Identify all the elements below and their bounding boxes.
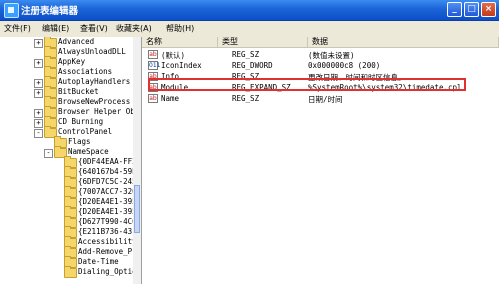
collapse-icon[interactable]: - — [34, 129, 43, 138]
dword-value-icon: 011 — [148, 61, 161, 70]
expand-icon[interactable]: + — [34, 89, 43, 98]
collapse-icon[interactable]: - — [44, 149, 53, 158]
maximize-button[interactable]: □ — [464, 2, 479, 17]
expand-icon[interactable]: + — [34, 119, 43, 128]
close-button[interactable]: × — [481, 2, 496, 17]
value-type: REG_SZ — [232, 94, 260, 103]
value-data: 0x000000c8 (200) — [308, 61, 381, 70]
window-title: 注册表编辑器 — [21, 6, 79, 17]
value-row[interactable]: ab (默认) REG_SZ (数值未设置) — [142, 49, 499, 60]
tree-item-label: Accessibility_ — [78, 237, 142, 246]
menu-help[interactable]: 帮助(H) — [166, 23, 194, 34]
tree-scrollbar[interactable] — [133, 37, 141, 284]
tree-scrollbar-thumb[interactable] — [134, 185, 140, 233]
value-name: IconIndex — [161, 61, 202, 70]
value-data: 日期/时间 — [308, 95, 343, 104]
value-name: Name — [161, 94, 180, 103]
tree-item-label: NameSpace — [68, 147, 109, 156]
value-type: REG_SZ — [232, 50, 260, 59]
tree-item-label: AutoplayHandlers — [58, 77, 131, 86]
tree-item-label: Add-Remove_Pro — [78, 247, 142, 256]
regedit-app-icon — [4, 3, 19, 18]
tree-item-label: AppKey — [58, 57, 86, 66]
tree-item-label: {7007ACC7-3202 — [78, 187, 142, 196]
tree-item-label: {640167b4-59b0 — [78, 167, 142, 176]
menu-view[interactable]: 查看(V) — [80, 23, 108, 34]
tree-item-label: ControlPanel — [58, 127, 113, 136]
value-row[interactable]: 011 IconIndex REG_DWORD 0x000000c8 (200) — [142, 60, 499, 71]
registry-tree[interactable]: + Advanced AlwaysUnloadDLL + AppKey Asso… — [0, 37, 142, 284]
module-highlight-box — [148, 78, 466, 91]
column-header-data[interactable]: 数据 — [308, 37, 499, 48]
tree-item-label: {D627T990-4C6A — [78, 217, 142, 226]
values-list[interactable]: 名称 类型 数据 ab (默认) REG_SZ (数值未设置) 011 Icon… — [142, 37, 499, 284]
tree-item-label: Advanced — [58, 37, 95, 46]
tree-item-label: Date-Time — [78, 257, 119, 266]
expand-icon[interactable]: + — [34, 79, 43, 88]
tree-item-label: AlwaysUnloadDLL — [58, 47, 126, 56]
value-row[interactable]: ab Name REG_SZ 日期/时间 — [142, 93, 499, 104]
string-value-icon: ab — [148, 94, 158, 103]
tree-item-label: {E211B736-43FD — [78, 227, 142, 236]
expand-icon[interactable]: + — [34, 109, 43, 118]
minimize-button[interactable]: _ — [447, 2, 462, 17]
tree-item-label: {0DF44EAA-FF21 — [78, 157, 142, 166]
expand-icon[interactable]: + — [34, 59, 43, 68]
column-header-name[interactable]: 名称 — [142, 37, 218, 48]
tree-item-label: Flags — [68, 137, 91, 146]
value-type: REG_DWORD — [232, 61, 273, 70]
expand-icon[interactable]: + — [34, 39, 43, 48]
menu-edit[interactable]: 编辑(E) — [42, 23, 69, 34]
tree-item-label: BitBucket — [58, 87, 99, 96]
tree-item-label: CD Burning — [58, 117, 104, 126]
menu-favorites[interactable]: 收藏夹(A) — [116, 23, 152, 34]
tree-item-label: Associations — [58, 67, 113, 76]
tree-item-label: {D20EA4E1-3957 — [78, 197, 142, 206]
tree-item-label: Dialing_Option — [78, 267, 142, 276]
string-value-icon: ab — [148, 50, 158, 59]
menu-file[interactable]: 文件(F) — [4, 23, 31, 34]
tree-item-label: {D20EA4E1-3957 — [78, 207, 142, 216]
tree-item-label: BrowseNewProcess — [58, 97, 131, 106]
folder-icon — [64, 266, 77, 278]
menu-bar: 文件(F) 编辑(E) 查看(V) 收藏夹(A) 帮助(H) — [0, 21, 499, 38]
tree-item-label: Browser Helper Objec — [58, 107, 142, 116]
tree-item-label: {6DFD7C5C-2451 — [78, 177, 142, 186]
title-bar[interactable]: 注册表编辑器 _ □ × — [0, 0, 499, 21]
column-header-type[interactable]: 类型 — [218, 37, 308, 48]
